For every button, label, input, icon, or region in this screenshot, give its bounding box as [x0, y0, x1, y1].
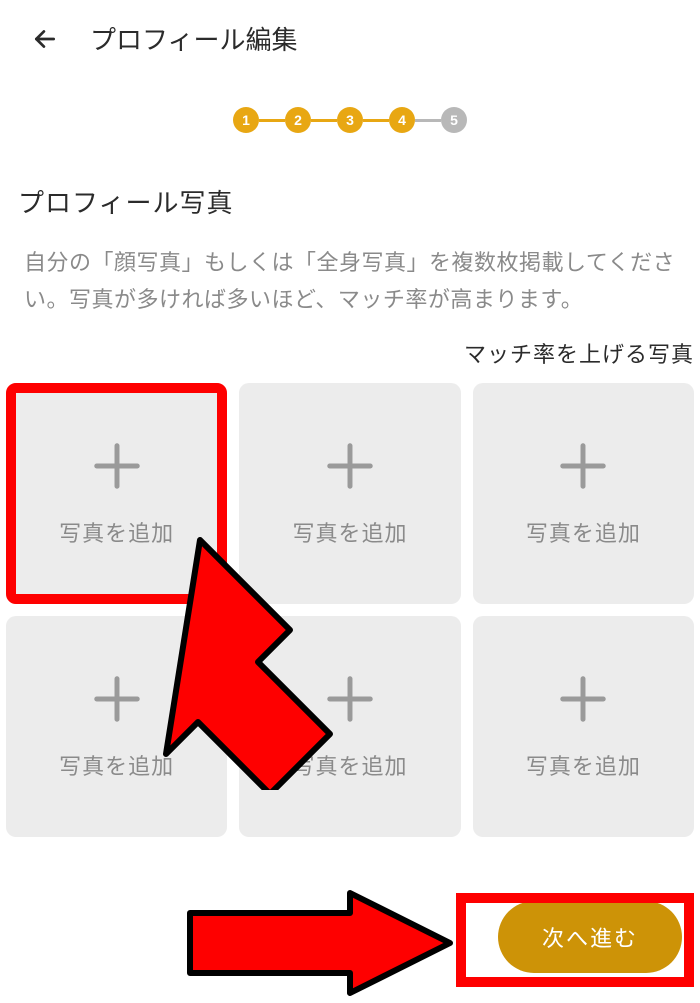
section-title: プロフィール写真 — [0, 153, 700, 232]
photo-tile-2[interactable]: 写真を追加 — [239, 383, 460, 604]
plus-icon — [90, 439, 144, 498]
step-5: 5 — [441, 107, 467, 133]
step-1: 1 — [233, 107, 259, 133]
plus-icon — [556, 439, 610, 498]
photo-tile-label: 写真を追加 — [59, 516, 174, 548]
plus-icon — [323, 672, 377, 731]
help-link[interactable]: マッチ率を上げる写真 — [0, 337, 700, 377]
back-button[interactable] — [30, 24, 60, 54]
photo-tile-6[interactable]: 写真を追加 — [473, 616, 694, 837]
photo-tile-label: 写真を追加 — [526, 749, 641, 781]
photo-tile-3[interactable]: 写真を追加 — [473, 383, 694, 604]
step-2: 2 — [285, 107, 311, 133]
plus-icon — [556, 672, 610, 731]
photo-tile-4[interactable]: 写真を追加 — [6, 616, 227, 837]
photo-tile-label: 写真を追加 — [292, 749, 407, 781]
photo-grid: 写真を追加 写真を追加 写真を追加 写真を追加 写真を追加 写真を追加 — [0, 377, 700, 844]
step-line — [311, 119, 337, 122]
photo-tile-5[interactable]: 写真を追加 — [239, 616, 460, 837]
photo-tile-label: 写真を追加 — [59, 749, 174, 781]
step-4: 4 — [389, 107, 415, 133]
progress-stepper: 1 2 3 4 5 — [0, 77, 700, 153]
step-3: 3 — [337, 107, 363, 133]
photo-tile-label: 写真を追加 — [526, 516, 641, 548]
back-arrow-icon — [32, 26, 58, 52]
step-line — [363, 119, 389, 122]
plus-icon — [323, 439, 377, 498]
plus-icon — [90, 672, 144, 731]
photo-tile-label: 写真を追加 — [292, 516, 407, 548]
section-description: 自分の「顔写真」もしくは「全身写真」を複数枚掲載してください。写真が多ければ多い… — [0, 232, 700, 337]
step-line — [259, 119, 285, 122]
page-title: プロフィール編集 — [90, 20, 297, 57]
step-line — [415, 119, 441, 122]
photo-tile-1[interactable]: 写真を追加 — [6, 383, 227, 604]
annotation-arrow-2 — [180, 888, 460, 1003]
next-button[interactable]: 次へ進む — [498, 901, 682, 973]
